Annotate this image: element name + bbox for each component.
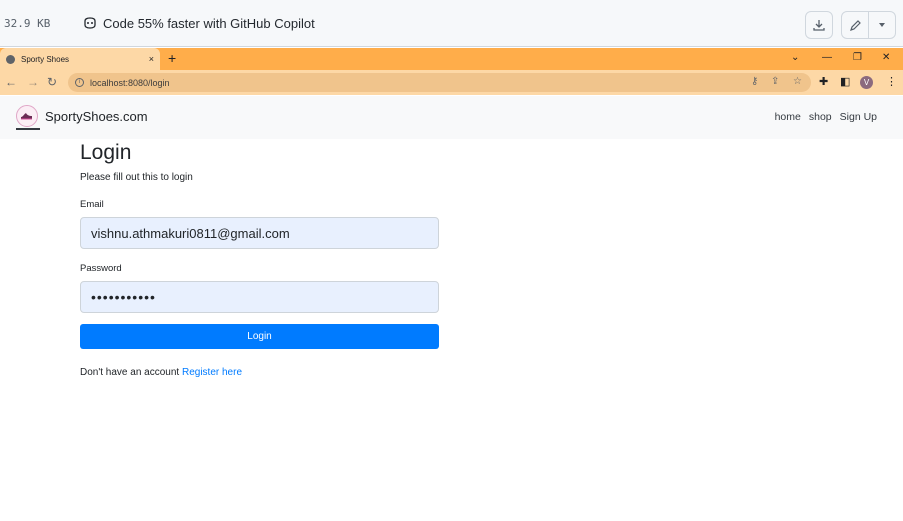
menu-kebab-icon[interactable]: ⋮ <box>886 75 897 89</box>
browser-tab-strip: Sporty Shoes × + ⌄ — ❐ ✕ <box>0 48 903 70</box>
reload-icon[interactable]: ↻ <box>47 75 57 89</box>
tab-title: Sporty Shoes <box>21 54 70 64</box>
nav-link-sign-up[interactable]: Sign Up <box>840 111 877 123</box>
email-label: Email <box>80 199 104 210</box>
tab-search-icon[interactable]: ⌄ <box>791 50 799 66</box>
login-button[interactable]: Login <box>80 324 439 349</box>
copilot-promo[interactable]: Code 55% faster with GitHub Copilot <box>82 15 315 31</box>
register-link[interactable]: Register here <box>182 367 242 378</box>
edit-button-group <box>841 11 896 39</box>
side-panel-icon[interactable]: ◧ <box>840 75 850 89</box>
forward-icon[interactable]: → <box>27 75 39 89</box>
edit-dropdown-button[interactable] <box>869 12 895 38</box>
profile-avatar[interactable]: V <box>860 76 873 89</box>
browser-tab[interactable]: Sporty Shoes × <box>0 48 160 70</box>
download-icon <box>813 20 825 31</box>
download-button[interactable] <box>805 11 833 39</box>
copilot-icon <box>84 17 96 29</box>
password-field[interactable]: ••••••••••• <box>80 281 439 313</box>
nav-links: home shop Sign Up <box>775 111 877 123</box>
key-icon[interactable]: ⚷ <box>751 76 758 88</box>
password-label: Password <box>80 263 122 274</box>
window-close-icon[interactable]: ✕ <box>882 50 890 66</box>
register-prompt: Don't have an account Register here <box>80 367 242 378</box>
edit-button[interactable] <box>842 12 868 38</box>
new-tab-button[interactable]: + <box>168 50 176 66</box>
brand-link[interactable]: SportyShoes.com <box>16 105 148 127</box>
pencil-icon <box>849 19 861 31</box>
url-text: localhost:8080/login <box>90 77 170 88</box>
globe-icon <box>6 54 15 64</box>
file-size: 32.9 KB <box>4 17 51 30</box>
page-title: Login <box>80 141 132 164</box>
minimize-icon[interactable]: — <box>822 50 832 66</box>
github-file-bar: 32.9 KB Code 55% faster with GitHub Copi… <box>0 0 903 47</box>
restore-icon[interactable]: ❐ <box>853 50 862 66</box>
copilot-text: Code 55% faster with GitHub Copilot <box>103 15 315 31</box>
brand-underline <box>16 128 40 130</box>
nav-link-shop[interactable]: shop <box>809 111 832 123</box>
nav-link-home[interactable]: home <box>775 111 801 123</box>
bookmark-star-icon[interactable]: ☆ <box>793 76 802 88</box>
browser-toolbar: ← → ↻ i localhost:8080/login ⚷ ⇪ ☆ ✚ ◧ V… <box>0 70 903 95</box>
share-icon[interactable]: ⇪ <box>771 76 779 88</box>
brand-name: SportyShoes.com <box>45 108 148 124</box>
site-info-icon[interactable]: i <box>75 78 84 87</box>
site-navbar: SportyShoes.com home shop Sign Up <box>0 96 903 139</box>
caret-down-icon <box>878 23 885 27</box>
email-field[interactable]: vishnu.athmakuri0811@gmail.com <box>80 217 439 249</box>
tab-close-icon[interactable]: × <box>149 54 154 64</box>
page-subtitle: Please fill out this to login <box>80 172 193 183</box>
no-account-text: Don't have an account <box>80 367 180 378</box>
extensions-icon[interactable]: ✚ <box>819 75 828 89</box>
brand-logo-icon <box>16 105 38 127</box>
back-icon[interactable]: ← <box>5 75 17 89</box>
address-bar[interactable]: i localhost:8080/login <box>68 73 811 92</box>
